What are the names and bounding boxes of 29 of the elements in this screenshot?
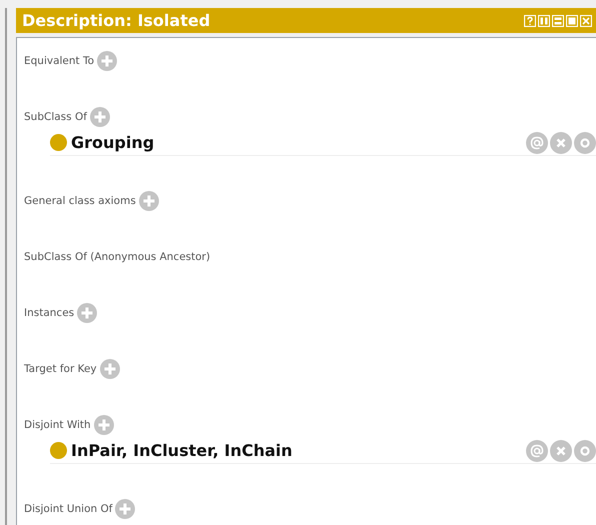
- section-label: Equivalent To: [24, 55, 94, 67]
- section-label: Instances: [24, 307, 74, 319]
- split-horizontal-icon[interactable]: [552, 14, 564, 26]
- view-title: Description: Isolated: [22, 11, 210, 30]
- section-label: Disjoint With: [24, 419, 91, 431]
- section-label: SubClass Of (Anonymous Ancestor): [24, 251, 210, 263]
- annotate-icon[interactable]: [526, 132, 548, 154]
- class-expression: Grouping: [71, 133, 156, 152]
- edit-icon[interactable]: [574, 440, 596, 462]
- help-icon[interactable]: [524, 14, 536, 26]
- annotate-icon[interactable]: [526, 440, 548, 462]
- add-icon[interactable]: [90, 107, 110, 127]
- edit-icon[interactable]: [574, 132, 596, 154]
- delete-icon[interactable]: [550, 132, 572, 154]
- split-vertical-icon[interactable]: [538, 14, 550, 26]
- add-icon[interactable]: [94, 415, 114, 435]
- close-icon[interactable]: [580, 14, 592, 26]
- section-label: Target for Key: [24, 363, 97, 375]
- add-icon[interactable]: [77, 303, 98, 323]
- add-icon[interactable]: [138, 191, 159, 211]
- class-expression: InPair, InCluster, InChain: [71, 441, 294, 460]
- section-label: SubClass Of: [24, 111, 87, 123]
- section-label: Disjoint Union Of: [24, 503, 112, 515]
- delete-icon[interactable]: [550, 440, 572, 462]
- add-icon[interactable]: [115, 499, 136, 519]
- maximize-icon[interactable]: [566, 14, 578, 26]
- add-icon[interactable]: [100, 359, 120, 379]
- add-icon[interactable]: [97, 51, 118, 71]
- section-label: General class axioms: [24, 195, 136, 207]
